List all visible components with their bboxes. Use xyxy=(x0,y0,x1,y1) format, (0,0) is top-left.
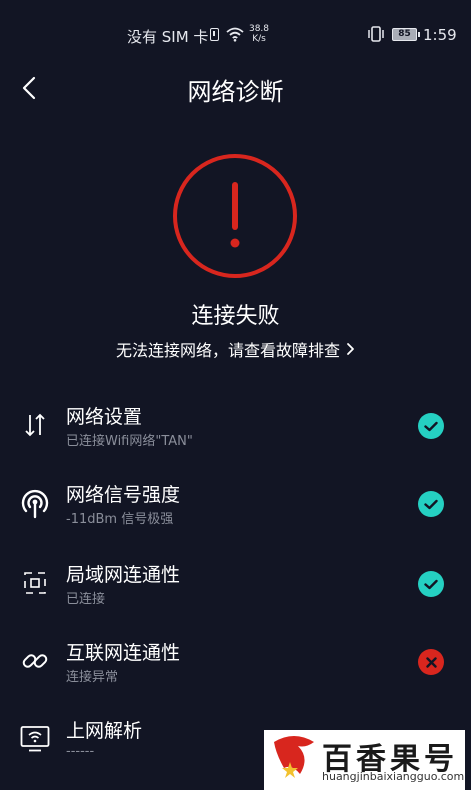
transfer-arrows-icon xyxy=(18,408,52,442)
vibrate-icon xyxy=(368,26,384,42)
item-subtitle: 已连接Wifi网络"TAN" xyxy=(66,434,193,449)
list-item-network-settings[interactable]: 网络设置 已连接Wifi网络"TAN" xyxy=(0,388,471,466)
speed-value: 38.8 xyxy=(248,24,270,34)
chevron-right-icon xyxy=(347,343,354,355)
item-subtitle: 已连接 xyxy=(66,592,106,607)
item-subtitle: 连接异常 xyxy=(66,670,119,685)
status-bar: 没有 SIM 卡 38.8 K/s 85 1:59 xyxy=(0,0,471,68)
network-speed: 38.8 K/s xyxy=(248,24,270,44)
troubleshoot-link[interactable]: 无法连接网络，请查看故障排查 xyxy=(0,337,471,361)
lan-icon xyxy=(18,566,52,600)
error-alert-icon xyxy=(173,154,297,278)
carrier-label: 没有 SIM 卡 xyxy=(127,28,209,46)
speed-unit: K/s xyxy=(252,34,266,44)
item-title: 网络设置 xyxy=(66,406,143,428)
item-subtitle: -11dBm 信号极强 xyxy=(66,512,174,527)
clock: 1:59 xyxy=(423,26,457,44)
item-title: 上网解析 xyxy=(66,720,143,742)
item-subtitle: ------ xyxy=(66,744,95,759)
connection-status-title: 连接失败 xyxy=(191,304,280,329)
item-title: 互联网连通性 xyxy=(66,642,181,664)
troubleshoot-link-label: 无法连接网络，请查看故障排查 xyxy=(115,341,340,360)
passionfruit-logo-icon xyxy=(274,736,314,778)
check-icon xyxy=(418,491,444,517)
item-title: 网络信号强度 xyxy=(66,484,181,506)
wifi-icon xyxy=(226,27,244,42)
list-item-signal-strength[interactable]: 网络信号强度 -11dBm 信号极强 xyxy=(0,466,471,544)
check-icon xyxy=(418,571,444,597)
watermark: 百香果号 huangjinbaixiangguo.com xyxy=(264,730,465,790)
link-icon xyxy=(18,644,52,678)
page-title: 网络诊断 xyxy=(187,78,284,106)
error-x-icon xyxy=(418,649,444,675)
monitor-wifi-icon xyxy=(18,722,52,756)
check-icon xyxy=(418,413,444,439)
sim-alert-icon xyxy=(210,28,219,41)
item-title: 局域网连通性 xyxy=(66,564,181,586)
list-item-internet-connectivity[interactable]: 互联网连通性 连接异常 xyxy=(0,624,471,702)
battery-indicator: 85 xyxy=(392,28,420,41)
list-item-lan-connectivity[interactable]: 局域网连通性 已连接 xyxy=(0,546,471,624)
watermark-url: huangjinbaixiangguo.com xyxy=(322,770,465,783)
signal-icon xyxy=(18,486,52,520)
